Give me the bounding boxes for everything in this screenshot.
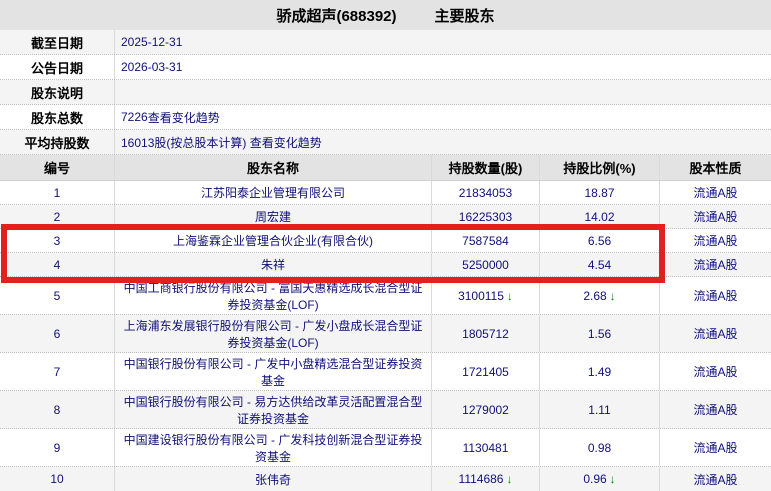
- table-row-highlighted: 3 上海鉴霖企业管理合伙企业(有限合伙) 7587584 6.56 流通A股: [0, 229, 771, 253]
- cell-percent: 6.56: [587, 233, 612, 248]
- info-label: 股东说明: [0, 80, 115, 104]
- cell-share-type: 流通A股: [693, 210, 738, 224]
- down-arrow-icon: ↓: [506, 288, 513, 303]
- cell-percent: 4.54: [587, 257, 612, 272]
- cell-percent: 1.11: [588, 402, 611, 417]
- cell-shares: 5250000: [462, 257, 509, 272]
- info-value: 16013股(按总股本计算): [121, 135, 250, 150]
- cell-share-type: 流通A股: [693, 472, 738, 487]
- cell-shares: 1130481: [462, 440, 509, 455]
- info-label: 公告日期: [0, 55, 115, 79]
- cell-shareholder-name: 江苏阳泰企业管理有限公司: [115, 181, 432, 204]
- cell-percent: 0.98: [587, 440, 612, 455]
- column-header-share-type: 股本性质: [689, 161, 742, 176]
- shareholder-page: 骄成超声(688392) 主要股东 截至日期 2025-12-31 公告日期 2…: [0, 0, 771, 491]
- cell-shareholder-name: 周宏建: [115, 205, 432, 228]
- cell-rank: 9: [0, 429, 115, 466]
- cell-share-type: 流通A股: [693, 258, 738, 272]
- column-header-name: 股东名称: [115, 155, 432, 180]
- cell-shareholder-name: 上海鉴霖企业管理合伙企业(有限合伙): [115, 229, 432, 252]
- table-row: 6 上海浦东发展银行股份有限公司 - 广发小盘成长混合型证券投资基金(LOF) …: [0, 315, 771, 353]
- info-row-announce-date: 公告日期 2026-03-31: [0, 55, 771, 80]
- down-arrow-icon: ↓: [609, 472, 616, 486]
- info-label: 平均持股数: [0, 130, 115, 154]
- cell-shares: 16225303: [458, 209, 513, 224]
- info-label: 截至日期: [0, 30, 115, 54]
- column-header-rank: 编号: [0, 155, 115, 180]
- info-value: 2025-12-31: [121, 35, 183, 49]
- info-row-shareholder-note: 股东说明: [0, 80, 771, 105]
- trend-link-shareholder-count[interactable]: 查看变化趋势: [148, 109, 220, 126]
- table-row: 5 中国工商银行股份有限公司 - 富国天惠精选成长混合型证券投资基金(LOF) …: [0, 277, 771, 315]
- cell-shareholder-name: 中国银行股份有限公司 - 广发中小盘精选混合型证券投资基金: [115, 353, 432, 390]
- info-row-shareholder-count: 股东总数 7226 查看变化趋势: [0, 105, 771, 130]
- cell-rank: 8: [0, 391, 115, 428]
- cell-percent: 1.49: [587, 364, 612, 379]
- cell-percent: 0.96: [583, 472, 607, 486]
- cell-rank: 6: [0, 315, 115, 352]
- cell-share-type: 流通A股: [693, 441, 738, 455]
- cell-shareholder-name: 上海浦东发展银行股份有限公司 - 广发小盘成长混合型证券投资基金(LOF): [115, 315, 432, 352]
- section-name: 主要股东: [434, 7, 495, 25]
- table-row: 7 中国银行股份有限公司 - 广发中小盘精选混合型证券投资基金 1721405 …: [0, 353, 771, 391]
- table-header-row: 编号 股东名称 持股数量(股) 持股比例(%) 股本性质: [0, 155, 771, 181]
- table-row: 10 张伟奇 1114686 ↓ 0.96 ↓ 流通A股: [0, 467, 771, 491]
- cell-percent: 2.68: [583, 288, 607, 303]
- cell-shares: 3100115: [458, 288, 504, 303]
- column-header-shares: 持股数量(股): [432, 155, 540, 180]
- trend-link-average-holding[interactable]: 查看变化趋势: [250, 134, 322, 151]
- info-value: 2026-03-31: [121, 60, 183, 74]
- table-row: 2 周宏建 16225303 14.02 流通A股: [0, 205, 771, 229]
- down-arrow-icon: ↓: [609, 288, 616, 303]
- cell-rank: 3: [0, 229, 115, 252]
- cell-share-type: 流通A股: [693, 327, 738, 341]
- info-value: 7226: [121, 110, 148, 124]
- info-row-cutoff-date: 截至日期 2025-12-31: [0, 30, 771, 55]
- cell-share-type: 流通A股: [693, 403, 738, 417]
- cell-rank: 2: [0, 205, 115, 228]
- table-row: 8 中国银行股份有限公司 - 易方达供给改革灵活配置混合型证券投资基金 1279…: [0, 391, 771, 429]
- cell-shares: 1279002: [462, 402, 509, 417]
- cell-shares: 1721405: [462, 364, 509, 379]
- cell-share-type: 流通A股: [693, 365, 738, 379]
- cell-shares: 1805712: [462, 326, 509, 341]
- cell-shares: 7587584: [462, 233, 509, 248]
- cell-percent: 1.56: [587, 326, 612, 341]
- cell-shareholder-name: 张伟奇: [115, 467, 432, 491]
- cell-rank: 10: [0, 467, 115, 491]
- cell-rank: 1: [0, 181, 115, 204]
- cell-shareholder-name: 中国建设银行股份有限公司 - 广发科技创新混合型证券投资基金: [115, 429, 432, 466]
- page-title: 骄成超声(688392) 主要股东: [0, 0, 771, 30]
- table-row: 9 中国建设银行股份有限公司 - 广发科技创新混合型证券投资基金 1130481…: [0, 429, 771, 467]
- table-row: 1 江苏阳泰企业管理有限公司 21834053 18.87 流通A股: [0, 181, 771, 205]
- cell-shareholder-name: 中国工商银行股份有限公司 - 富国天惠精选成长混合型证券投资基金(LOF): [115, 277, 432, 314]
- cell-rank: 4: [0, 253, 115, 276]
- column-header-percent: 持股比例(%): [540, 155, 660, 180]
- down-arrow-icon: ↓: [506, 472, 513, 486]
- cell-percent: 18.87: [584, 185, 615, 200]
- cell-share-type: 流通A股: [693, 289, 738, 303]
- cell-shares: 1114686: [458, 472, 504, 486]
- cell-share-type: 流通A股: [693, 186, 738, 200]
- cell-rank: 7: [0, 353, 115, 390]
- info-label: 股东总数: [0, 105, 115, 129]
- table-row-highlighted: 4 朱祥 5250000 4.54 流通A股: [0, 253, 771, 277]
- cell-shareholder-name: 中国银行股份有限公司 - 易方达供给改革灵活配置混合型证券投资基金: [115, 391, 432, 428]
- cell-share-type: 流通A股: [693, 234, 738, 248]
- cell-rank: 5: [0, 277, 115, 314]
- cell-shareholder-name: 朱祥: [115, 253, 432, 276]
- info-row-average-holding: 平均持股数 16013股(按总股本计算) 查看变化趋势: [0, 130, 771, 155]
- company-name: 骄成超声(688392): [276, 7, 397, 25]
- cell-percent: 14.02: [584, 209, 615, 224]
- cell-shares: 21834053: [458, 185, 513, 200]
